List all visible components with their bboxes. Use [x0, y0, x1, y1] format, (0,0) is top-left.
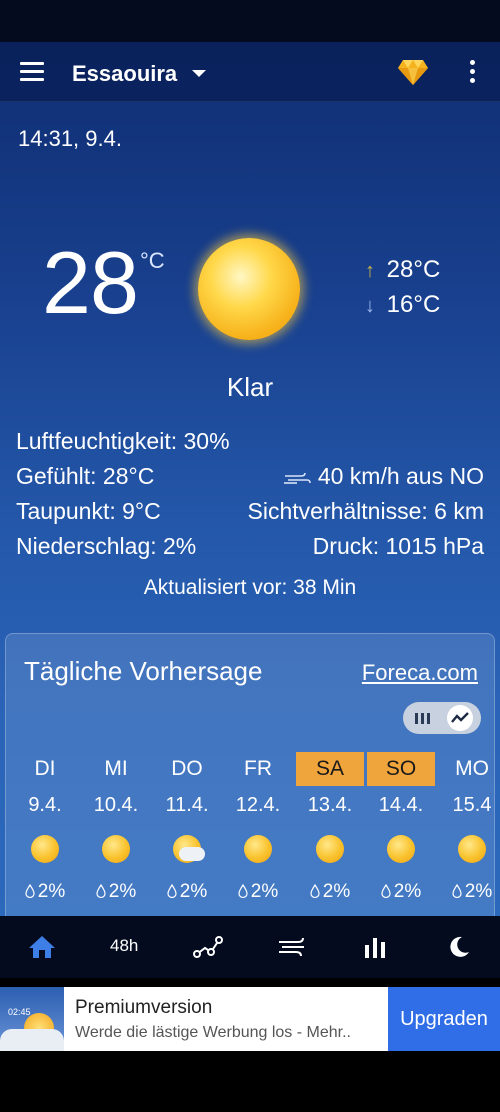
raindrop-icon [167, 881, 180, 902]
bar-chart-icon [415, 713, 430, 724]
raindrop-icon [25, 881, 38, 902]
day-precipitation: 2% [153, 881, 221, 903]
app-bar: Essaouira [0, 42, 500, 102]
ad-banner[interactable]: 02:45 Premiumversion Werde die lästige W… [0, 987, 500, 1051]
update-timestamp: 14:31, 9.4. [18, 126, 122, 151]
dew-point: Taupunkt: 9°C [16, 498, 161, 524]
precip-value: 2% [393, 881, 422, 902]
temperature-unit: °C [140, 248, 165, 273]
precipitation: Niederschlag: 2% [16, 533, 197, 559]
day-date: 14.4. [378, 794, 424, 816]
low-temperature: ↓ 16°C [360, 291, 440, 319]
raindrop-icon [96, 881, 109, 902]
pressure: Druck: 1015 hPa [312, 533, 484, 559]
bottom-navigation: 48h [0, 916, 500, 978]
arrow-down-icon: ↓ [365, 295, 375, 317]
day-name: DI [34, 757, 56, 780]
home-icon[interactable] [28, 934, 56, 960]
ad-thumbnail: 02:45 [0, 987, 64, 1051]
day-name: MI [104, 757, 128, 780]
day-precipitation: 2% [82, 881, 150, 903]
day-date: 13.4. [307, 794, 353, 816]
sun-icon [198, 238, 300, 340]
menu-icon[interactable] [20, 62, 48, 84]
diamond-icon[interactable] [397, 58, 429, 86]
toggle-knob [447, 705, 473, 731]
precip-value: 2% [108, 881, 137, 902]
hourly-48h-tab[interactable]: 48h [110, 936, 138, 956]
day-name: DO [171, 757, 203, 780]
raindrop-icon [310, 881, 323, 902]
precip-value: 2% [322, 881, 351, 902]
sun-icon [387, 835, 415, 863]
partly-cloudy-icon [173, 835, 205, 863]
wind: 40 km/h aus NO [283, 463, 484, 490]
sun-icon [316, 835, 344, 863]
ad-title: Premiumversion [75, 997, 213, 1018]
sun-icon [102, 835, 130, 863]
city-selector[interactable]: Essaouira [72, 61, 177, 87]
raindrop-icon [381, 881, 394, 902]
chart-view-toggle[interactable] [403, 702, 481, 734]
ad-subtitle: Werde die lästige Werbung los - Mehr.. [75, 1024, 351, 1041]
day-date: 10.4. [93, 794, 139, 816]
current-temperature: 28 [42, 233, 139, 332]
day-name: SA [296, 752, 364, 786]
precip-value: 2% [464, 881, 493, 902]
day-date: 12.4. [235, 794, 281, 816]
visibility: Sichtverhältnisse: 6 km [247, 498, 484, 524]
day-precipitation: 2% [438, 881, 500, 903]
cloud-icon [0, 1029, 64, 1051]
raindrop-icon [238, 881, 251, 902]
sun-icon [244, 835, 272, 863]
day-name: MO [455, 757, 489, 780]
forecast-day[interactable]: DI 9.4. 2% [11, 752, 79, 903]
day-precipitation: 2% [11, 881, 79, 903]
forecast-day[interactable]: MI 10.4. 2% [82, 752, 150, 903]
day-name: SO [367, 752, 435, 786]
day-precipitation: 2% [296, 881, 364, 903]
forecast-day[interactable]: SO 14.4. 2% [367, 752, 435, 903]
forecast-day[interactable]: MO 15.4 2% [438, 752, 500, 903]
line-chart-icon [451, 712, 469, 723]
condition-text: Klar [226, 372, 274, 402]
sun-icon [31, 835, 59, 863]
humidity: Luftfeuchtigkeit: 30% [16, 428, 230, 454]
chevron-down-icon[interactable] [192, 70, 206, 77]
bar-chart-tab-icon[interactable] [362, 934, 388, 960]
day-name: FR [244, 757, 272, 780]
daily-forecast-card: Tägliche Vorhersage Foreca.com DI 9.4. 2% M… [5, 633, 495, 916]
feels-like: Gefühlt: 28°C [16, 463, 155, 489]
day-date: 11.4. [165, 794, 209, 816]
precip-value: 2% [179, 881, 208, 902]
forecast-day[interactable]: SA 13.4. 2% [296, 752, 364, 903]
raindrop-icon [452, 881, 465, 902]
upgrade-button[interactable]: Upgraden [388, 987, 500, 1051]
forecast-title: Tägliche Vorhersage [24, 656, 263, 686]
precip-value: 2% [37, 881, 66, 902]
last-updated: Aktualisiert vor: 38 Min [143, 576, 357, 599]
forecast-day[interactable]: FR 12.4. 2% [224, 752, 292, 903]
status-bar [0, 0, 500, 42]
wind-tab-icon[interactable] [276, 934, 308, 960]
foreca-link[interactable]: Foreca.com [362, 660, 478, 686]
main-screen: Essaouira 14:31, 9.4. 28 °C ↑ 28°C ↓ 16°… [0, 42, 500, 916]
more-options-icon[interactable] [462, 60, 482, 86]
high-temperature: ↑ 28°C [360, 256, 440, 284]
sun-icon [458, 835, 486, 863]
graph-icon[interactable] [193, 934, 223, 960]
arrow-up-icon: ↑ [365, 260, 375, 282]
moon-icon[interactable] [446, 934, 472, 960]
day-date: 15.4 [452, 794, 492, 816]
day-date: 9.4. [28, 794, 62, 816]
day-precipitation: 2% [224, 881, 292, 903]
forecast-day[interactable]: DO 11.4. 2% [153, 752, 221, 903]
precip-value: 2% [250, 881, 279, 902]
wind-icon [284, 472, 312, 484]
day-precipitation: 2% [367, 881, 435, 903]
